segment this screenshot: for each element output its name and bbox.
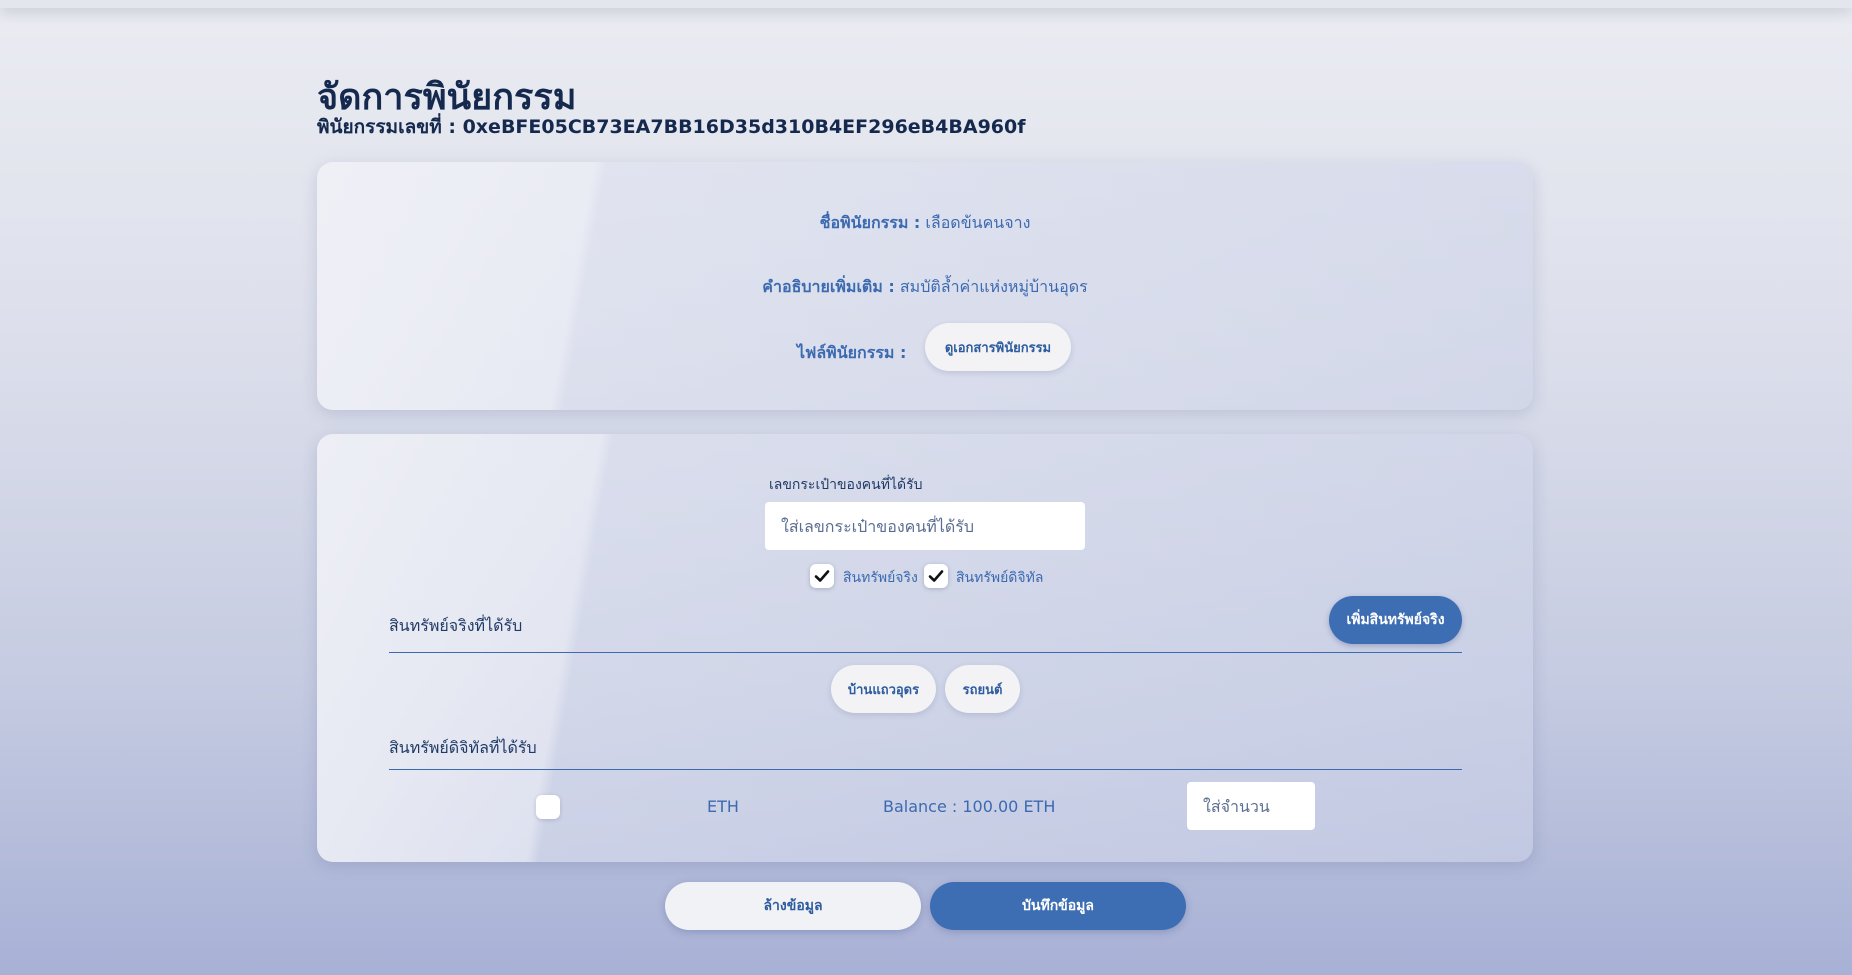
clear-data-button[interactable]: ล้างข้อมูล bbox=[665, 882, 921, 930]
real-asset-chip[interactable]: รถยนต์ bbox=[945, 665, 1020, 713]
will-description-value: สมบัติล้ำค่าแห่งหมู่บ้านอุดร bbox=[899, 277, 1088, 296]
digital-assets-section-title: สินทรัพย์ดิจิทัลที่ได้รับ bbox=[389, 738, 537, 757]
real-asset-checkbox-label: สินทรัพย์จริง bbox=[843, 570, 918, 586]
view-will-document-button[interactable]: ดูเอกสารพินัยกรรม bbox=[925, 323, 1071, 371]
tx-id-value: 0xeBFE05CB73EA7BB16D35d310B4EF296eB4BA96… bbox=[462, 116, 1026, 138]
digital-asset-checkbox[interactable] bbox=[924, 564, 948, 588]
token-balance: Balance : 100.00 ETH bbox=[883, 797, 1056, 816]
will-name-row: ชื่อพินัยกรรม : เลือดข้นคนจาง bbox=[317, 211, 1533, 236]
save-data-button[interactable]: บันทึกข้อมูล bbox=[930, 882, 1186, 930]
check-icon bbox=[814, 570, 830, 582]
wallet-address-label: เลขกระเป๋าของคนที่ได้รับ bbox=[769, 477, 923, 493]
token-symbol: ETH bbox=[707, 797, 739, 816]
will-description-row: คำอธิบายเพิ่มเติม : สมบัติล้ำค่าแห่งหมู่… bbox=[317, 275, 1533, 300]
tx-id-label: พินัยกรรมเลขที่ : bbox=[317, 116, 456, 138]
real-assets-divider bbox=[389, 652, 1462, 653]
digital-assets-divider bbox=[389, 769, 1462, 770]
amount-input[interactable] bbox=[1187, 782, 1315, 830]
will-file-label: ไฟล์พินัยกรรม : bbox=[797, 341, 906, 366]
check-icon bbox=[928, 570, 944, 582]
will-transaction-id: พินัยกรรมเลขที่ : 0xeBFE05CB73EA7BB16D35… bbox=[317, 112, 1026, 142]
digital-asset-checkbox-label: สินทรัพย์ดิจิทัล bbox=[956, 570, 1044, 586]
will-name-label: ชื่อพินัยกรรม : bbox=[819, 213, 921, 232]
real-asset-chip[interactable]: บ้านแถวอุดร bbox=[831, 665, 936, 713]
will-info-card: ชื่อพินัยกรรม : เลือดข้นคนจาง คำอธิบายเพ… bbox=[317, 162, 1533, 410]
add-real-asset-button[interactable]: เพิ่มสินทรัพย์จริง bbox=[1329, 596, 1462, 644]
will-name-value: เลือดข้นคนจาง bbox=[925, 213, 1031, 232]
real-asset-checkbox[interactable] bbox=[810, 564, 834, 588]
top-navbar bbox=[0, 0, 1852, 8]
will-description-label: คำอธิบายเพิ่มเติม : bbox=[762, 277, 895, 296]
will-file-label-text: ไฟล์พินัยกรรม : bbox=[797, 343, 907, 362]
eth-select-checkbox[interactable] bbox=[536, 795, 560, 819]
wallet-address-input[interactable] bbox=[765, 502, 1085, 550]
real-assets-section-title: สินทรัพย์จริงที่ได้รับ bbox=[389, 616, 523, 635]
